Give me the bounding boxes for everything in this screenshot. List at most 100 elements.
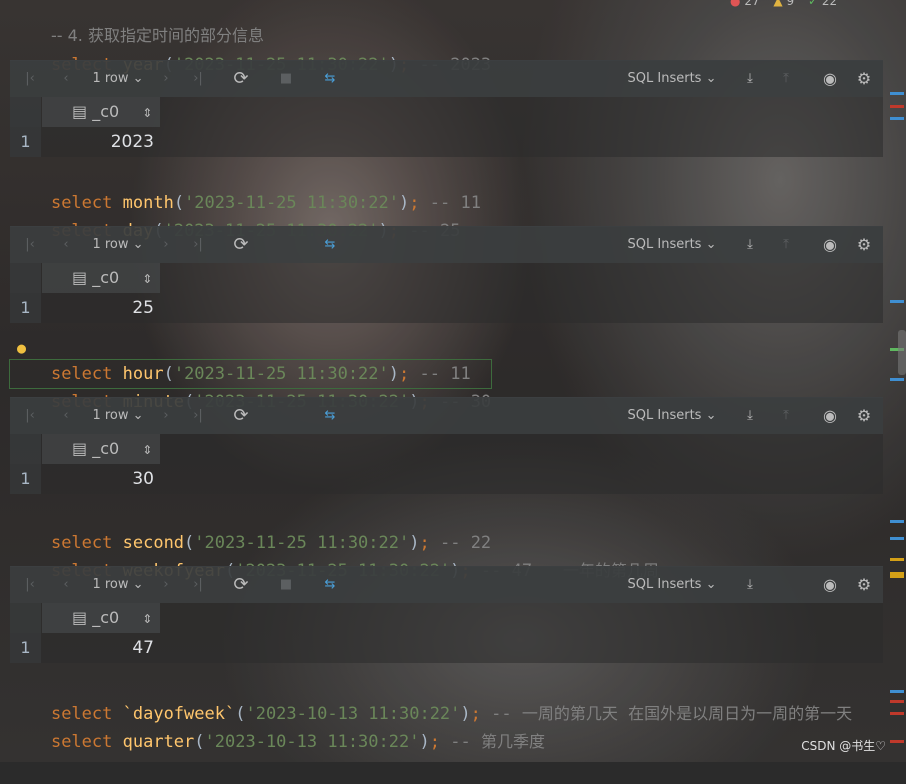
sort-icon[interactable]: ⇕	[142, 106, 152, 120]
row-number: 1	[10, 633, 41, 663]
sort-icon[interactable]: ⇕	[142, 443, 152, 457]
scrollbar-thumb[interactable]	[898, 330, 906, 375]
prev-page-icon[interactable]: ‹	[54, 567, 78, 603]
first-page-icon[interactable]: |‹	[18, 61, 42, 97]
chevron-down-icon: ⌄	[132, 71, 144, 86]
table-column-icon: ▤	[72, 439, 88, 458]
settings-icon[interactable]: ⚙	[852, 398, 876, 434]
export-format-selector[interactable]: SQL Inserts ⌄	[622, 567, 722, 603]
compare-icon[interactable]: ⇆	[318, 567, 342, 603]
error-stripe[interactable]	[888, 0, 906, 762]
column-header[interactable]: ▤ _c0 ⇕	[42, 263, 160, 293]
result-cell[interactable]: 47	[42, 633, 160, 663]
compare-icon[interactable]: ⇆	[318, 398, 342, 434]
result-toolbar: |‹ ‹ 1 row ⌄ › ›| ⟳ ⇆ SQL Inserts ⌄ ⤓ ⤒ …	[10, 398, 883, 434]
result-grid: ▤ _c0 ⇕ 1 25	[10, 263, 883, 323]
upload-icon[interactable]: ⤒	[774, 61, 798, 97]
reload-icon[interactable]: ⟳	[228, 398, 254, 434]
chevron-down-icon: ⌄	[705, 408, 717, 423]
download-icon[interactable]: ⤓	[738, 227, 762, 263]
settings-icon[interactable]: ⚙	[852, 61, 876, 97]
download-icon[interactable]: ⤓	[738, 398, 762, 434]
stop-icon[interactable]: ■	[274, 61, 298, 97]
export-format-selector[interactable]: SQL Inserts ⌄	[622, 61, 722, 97]
last-page-icon[interactable]: ›|	[186, 398, 210, 434]
typo-icon: ✓	[807, 0, 819, 8]
result-panel-year: |‹ ‹ 1 row ⌄ › ›| ⟳ ■ ⇆ SQL Inserts ⌄ ⤓ …	[10, 60, 883, 157]
result-panel-day: |‹ ‹ 1 row ⌄ › ›| ⟳ ⇆ SQL Inserts ⌄ ⤓ ⤒ …	[10, 226, 883, 323]
result-grid: ▤ _c0 ⇕ 1 47	[10, 603, 883, 663]
code-line-month[interactable]: select month('2023-11-25 11:30:22'); -- …	[10, 161, 481, 213]
prev-page-icon[interactable]: ‹	[54, 61, 78, 97]
last-page-icon[interactable]: ›|	[186, 227, 210, 263]
view-icon[interactable]: ◉	[818, 61, 842, 97]
code-line-second[interactable]: select second('2023-11-25 11:30:22'); --…	[10, 501, 491, 553]
code-line-quarter[interactable]: select quarter('2023-10-13 11:30:22'); -…	[10, 700, 545, 752]
row-number: 1	[10, 127, 41, 157]
sort-icon[interactable]: ⇕	[142, 612, 152, 626]
last-page-icon[interactable]: ›|	[186, 567, 210, 603]
next-page-icon[interactable]: ›	[154, 398, 178, 434]
next-page-icon[interactable]: ›	[154, 567, 178, 603]
code-line-year[interactable]: select year('2023-11-25 11:30:22'); -- 2…	[10, 23, 491, 75]
code-line-dayofweek[interactable]: select `dayofweek`('2023-10-13 11:30:22'…	[10, 672, 852, 724]
result-toolbar: |‹ ‹ 1 row ⌄ › ›| ⟳ ■ ⇆ SQL Inserts ⌄ ⤓ …	[10, 61, 883, 97]
prev-page-icon[interactable]: ‹	[54, 398, 78, 434]
reload-icon[interactable]: ⟳	[228, 61, 254, 97]
chevron-down-icon: ⌄	[705, 71, 717, 86]
view-icon[interactable]: ◉	[818, 567, 842, 603]
inspection-widget[interactable]: ● 27 ▲ 9 ✓ 22	[730, 0, 837, 8]
warning-icon: ▲	[773, 0, 783, 8]
view-icon[interactable]: ◉	[818, 398, 842, 434]
result-grid: ▤ _c0 ⇕ 1 2023	[10, 97, 883, 157]
result-grid: ▤ _c0 ⇕ 1 30	[10, 434, 883, 494]
stop-icon[interactable]: ■	[274, 567, 298, 603]
settings-icon[interactable]: ⚙	[852, 567, 876, 603]
next-page-icon[interactable]: ›	[154, 227, 178, 263]
download-icon[interactable]: ⤓	[738, 61, 762, 97]
code-line-minute[interactable]: select minute('2023-11-25 11:30:22'); --…	[8, 359, 493, 412]
sort-icon[interactable]: ⇕	[142, 272, 152, 286]
column-header[interactable]: ▤ _c0 ⇕	[42, 97, 160, 127]
first-page-icon[interactable]: |‹	[18, 398, 42, 434]
chevron-down-icon: ⌄	[705, 577, 717, 592]
rows-selector[interactable]: 1 row ⌄	[88, 567, 148, 603]
download-icon[interactable]: ⤓	[738, 567, 762, 603]
reload-icon[interactable]: ⟳	[228, 227, 254, 263]
result-cell[interactable]: 25	[42, 293, 160, 323]
compare-icon[interactable]: ⇆	[318, 61, 342, 97]
lightbulb-icon[interactable]: ●	[17, 339, 26, 357]
view-icon[interactable]: ◉	[818, 227, 842, 263]
prev-page-icon[interactable]: ‹	[54, 227, 78, 263]
last-page-icon[interactable]: ›|	[186, 61, 210, 97]
row-number: 1	[10, 293, 41, 323]
result-cell[interactable]: 2023	[42, 127, 160, 157]
column-header[interactable]: ▤ _c0 ⇕	[42, 603, 160, 633]
code-line-weekofyear[interactable]: select weekofyear('2023-11-25 11:30:22')…	[10, 529, 659, 581]
table-column-icon: ▤	[72, 268, 88, 287]
chevron-down-icon: ⌄	[132, 408, 144, 423]
first-page-icon[interactable]: |‹	[18, 227, 42, 263]
next-page-icon[interactable]: ›	[154, 61, 178, 97]
settings-icon[interactable]: ⚙	[852, 227, 876, 263]
rows-selector[interactable]: 1 row ⌄	[88, 227, 148, 263]
upload-icon[interactable]: ⤒	[774, 227, 798, 263]
first-page-icon[interactable]: |‹	[18, 567, 42, 603]
chevron-down-icon: ⌄	[132, 577, 144, 592]
table-column-icon: ▤	[72, 102, 88, 121]
compare-icon[interactable]: ⇆	[318, 227, 342, 263]
export-format-selector[interactable]: SQL Inserts ⌄	[622, 227, 722, 263]
row-number-header	[10, 97, 41, 127]
upload-icon[interactable]: ⤒	[774, 398, 798, 434]
code-line-day[interactable]: select day('2023-11-25 11:30:22'); -- 25	[10, 189, 461, 241]
rows-selector[interactable]: 1 row ⌄	[88, 398, 148, 434]
rows-selector[interactable]: 1 row ⌄	[88, 61, 148, 97]
reload-icon[interactable]: ⟳	[228, 567, 254, 603]
export-format-selector[interactable]: SQL Inserts ⌄	[622, 398, 722, 434]
column-header[interactable]: ▤ _c0 ⇕	[42, 434, 160, 464]
sql-editor[interactable]: -- 4. 获取指定时间的部分信息 ● 27 ▲ 9 ✓ 22 select y…	[0, 0, 906, 762]
result-panel-minute: |‹ ‹ 1 row ⌄ › ›| ⟳ ⇆ SQL Inserts ⌄ ⤓ ⤒ …	[10, 397, 883, 494]
result-cell[interactable]: 30	[42, 464, 160, 494]
row-number: 1	[10, 464, 41, 494]
code-line-hour[interactable]: select hour('2023-11-25 11:30:22'); -- 1…	[10, 332, 471, 384]
